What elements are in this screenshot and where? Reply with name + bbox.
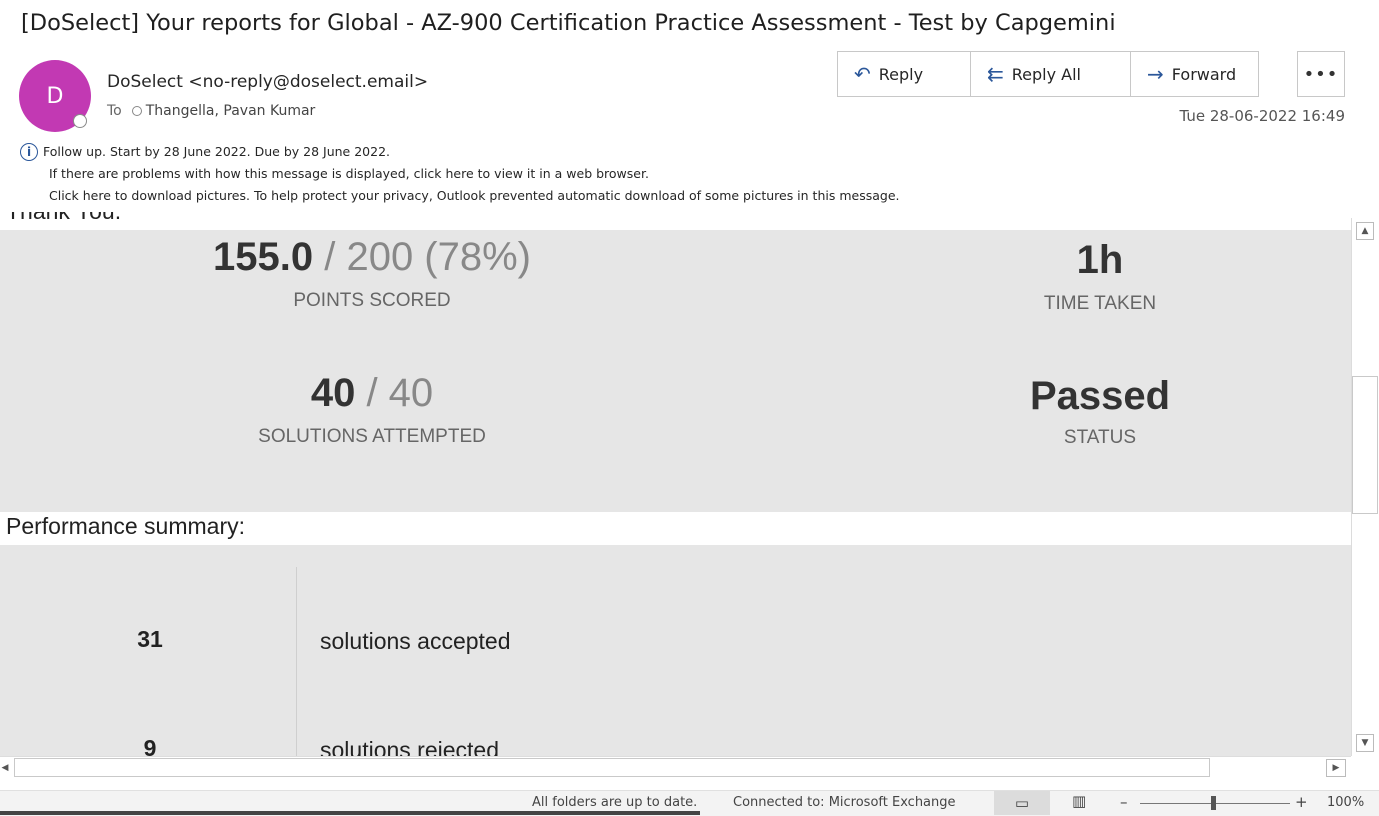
status-value: Passed <box>950 374 1250 419</box>
time-taken-number: 1h <box>1076 238 1124 282</box>
zoom-out-button[interactable]: – <box>1120 793 1128 811</box>
info-icon: i <box>20 143 38 161</box>
time-taken-stat: 1h TIME TAKEN <box>950 238 1250 315</box>
scroll-left-icon[interactable]: ◀ <box>0 759 10 777</box>
status-caption: STATUS <box>1063 427 1137 448</box>
message-body: Thank You. 155.0 / 200 (78%) POINTS SCOR… <box>0 212 1351 756</box>
recipient-presence-icon <box>131 106 142 116</box>
zoom-in-button[interactable]: + <box>1295 793 1308 811</box>
scroll-down-icon[interactable]: ▼ <box>1356 734 1374 752</box>
forward-button[interactable]: → Forward <box>1130 51 1259 97</box>
recipient-line: To Thangella, Pavan Kumar <box>107 103 315 119</box>
taskbar-edge <box>0 811 700 815</box>
time-taken-caption: TIME TAKEN <box>1043 293 1157 314</box>
solutions-attempted-caption: SOLUTIONS ATTEMPTED <box>258 426 486 447</box>
points-scored-stat: 155.0 / 200 (78%) POINTS SCORED <box>172 235 572 312</box>
accepted-count: 31 <box>137 626 163 652</box>
more-actions-button[interactable]: ••• <box>1297 51 1345 97</box>
points-scored-value: 155.0 / 200 (78%) <box>172 235 572 280</box>
reply-all-button[interactable]: ⇇ Reply All <box>970 51 1131 97</box>
reply-all-icon: ⇇ <box>987 62 1004 86</box>
follow-up-text: Follow up. Start by 28 June 2022. Due by… <box>43 144 391 159</box>
horizontal-scrollbar[interactable]: ◀ ▶ <box>0 756 1351 779</box>
download-pictures-link[interactable]: Click here to download pictures. To help… <box>20 185 899 207</box>
solutions-attempted-stat: 40 / 40 SOLUTIONS ATTEMPTED <box>172 371 572 448</box>
forward-icon: → <box>1147 62 1164 86</box>
connection-status: Connected to: Microsoft Exchange <box>733 795 956 810</box>
rejected-label: solutions rejected <box>320 737 499 756</box>
scroll-up-icon[interactable]: ▲ <box>1356 222 1374 240</box>
points-scored-number: 155.0 <box>213 235 314 279</box>
reading-view-icon[interactable]: ▥ <box>1072 792 1086 810</box>
points-scored-caption: POINTS SCORED <box>293 290 451 311</box>
results-panel: 155.0 / 200 (78%) POINTS SCORED 1h TIME … <box>0 230 1351 512</box>
scroll-right-icon[interactable]: ▶ <box>1326 759 1346 777</box>
reply-all-label: Reply All <box>1011 64 1081 84</box>
avatar-initial: D <box>46 83 64 109</box>
received-date: Tue 28-06-2022 16:49 <box>1179 107 1345 125</box>
status-stat: Passed STATUS <box>950 374 1250 449</box>
view-in-browser-link[interactable]: If there are problems with how this mess… <box>20 163 899 185</box>
reply-label: Reply <box>878 64 924 84</box>
performance-summary-heading: Performance summary: <box>6 513 246 539</box>
status-text: Passed <box>1029 374 1171 418</box>
follow-up-row: i Follow up. Start by 28 June 2022. Due … <box>20 141 899 163</box>
solutions-attempted-value: 40 / 40 <box>172 371 572 416</box>
recipient-name[interactable]: Thangella, Pavan Kumar <box>146 103 316 119</box>
message-actions: ↶ Reply ⇇ Reply All → Forward <box>837 51 1259 97</box>
time-taken-value: 1h <box>950 238 1250 283</box>
zoom-level[interactable]: 100% <box>1327 795 1364 810</box>
rejected-count: 9 <box>143 735 157 756</box>
sync-status: All folders are up to date. <box>532 795 698 810</box>
reply-button[interactable]: ↶ Reply <box>837 51 971 97</box>
to-label: To <box>107 103 122 119</box>
horizontal-scroll-thumb[interactable] <box>14 758 1210 777</box>
reply-icon: ↶ <box>854 62 871 86</box>
forward-label: Forward <box>1171 64 1237 84</box>
solutions-attempted-total: / 40 <box>355 371 434 415</box>
solutions-attempted-number: 40 <box>310 371 356 415</box>
info-bar: i Follow up. Start by 28 June 2022. Due … <box>20 141 899 207</box>
normal-view-icon[interactable]: ▭ <box>994 791 1050 815</box>
presence-status-icon <box>73 114 87 128</box>
zoom-slider-thumb[interactable] <box>1211 796 1216 810</box>
points-scored-total: / 200 (78%) <box>313 235 531 279</box>
performance-summary-table: 31 solutions accepted 9 solutions reject… <box>0 545 1351 756</box>
thank-you-text: Thank You. <box>6 212 121 225</box>
email-subject: [DoSelect] Your reports for Global - AZ-… <box>21 10 1116 36</box>
vertical-scrollbar[interactable]: ▲ ▼ <box>1351 218 1379 756</box>
sender-name[interactable]: DoSelect <no-reply@doselect.email> <box>107 72 428 92</box>
vertical-scroll-thumb[interactable] <box>1352 376 1378 514</box>
accepted-label: solutions accepted <box>320 628 511 654</box>
column-divider <box>296 567 297 756</box>
